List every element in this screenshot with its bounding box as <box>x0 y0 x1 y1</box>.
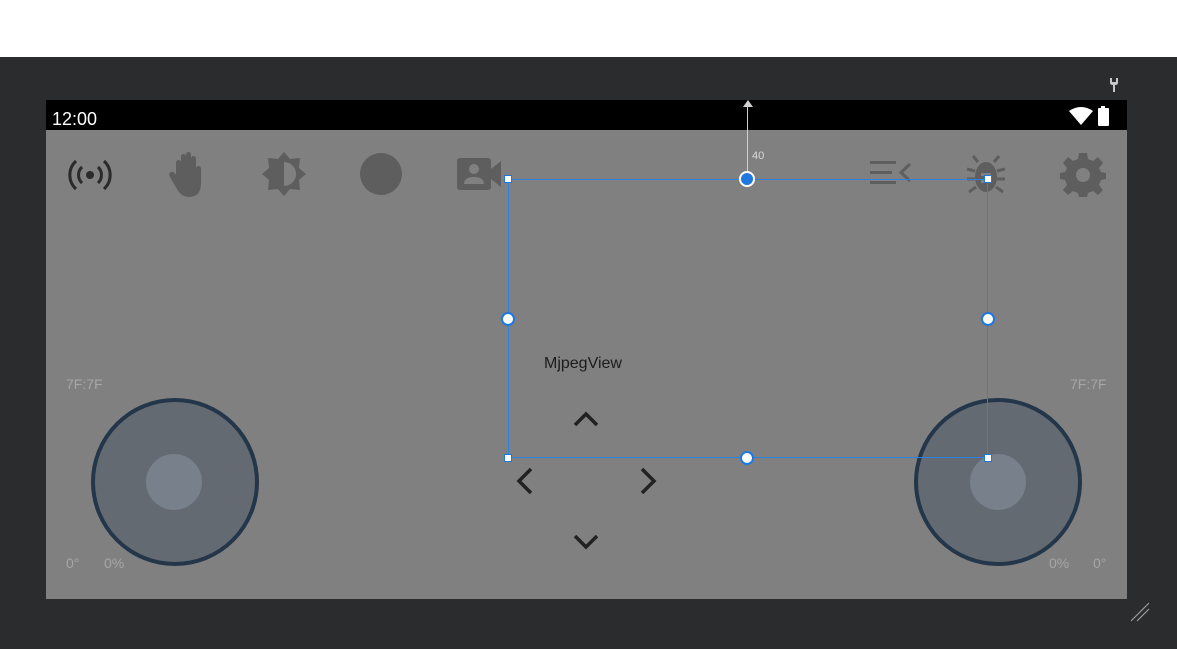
resize-grip-icon[interactable] <box>1129 601 1151 623</box>
top-margin-arrow <box>743 100 753 107</box>
constraint-handle-bottom[interactable] <box>740 451 754 465</box>
resize-handle-top-left[interactable] <box>504 175 512 183</box>
right-joystick-knob <box>970 454 1026 510</box>
battery-icon <box>1098 106 1109 126</box>
constraint-handle-left[interactable] <box>501 312 515 326</box>
top-margin-value: 40 <box>752 150 765 162</box>
resize-handle-top-right[interactable] <box>984 175 992 183</box>
resize-handle-bottom-right[interactable] <box>984 454 992 462</box>
chevron-left-icon[interactable] <box>511 466 541 496</box>
status-icons <box>1067 105 1119 127</box>
status-bar: 12:00 <box>46 100 1127 130</box>
left-joystick-knob <box>146 454 202 510</box>
status-time: 12:00 <box>52 109 98 129</box>
broadcast-icon[interactable] <box>65 150 115 200</box>
selection-box[interactable] <box>508 179 988 458</box>
device-preview: 12:00 7F:7F 0° 0% 7F:7F 0% 0° MjpegView … <box>46 100 1127 599</box>
record-icon[interactable] <box>356 149 406 199</box>
pin-icon[interactable] <box>1107 77 1121 93</box>
right-joystick-hex: 7F:7F <box>1070 376 1107 392</box>
settings-icon[interactable] <box>1058 149 1108 199</box>
hand-icon[interactable] <box>162 149 212 199</box>
wifi-icon <box>1069 107 1093 125</box>
chevron-down-icon[interactable] <box>571 526 601 556</box>
constraint-handle-right[interactable] <box>981 312 995 326</box>
left-joystick[interactable] <box>90 397 260 567</box>
left-joystick-hex: 7F:7F <box>66 376 103 392</box>
chevron-right-icon[interactable] <box>632 466 662 496</box>
left-joystick-angle: 0° <box>66 555 80 571</box>
video-contact-icon[interactable] <box>453 149 503 199</box>
right-joystick-angle: 0° <box>1093 555 1107 571</box>
constraint-handle-top[interactable] <box>739 171 755 187</box>
brightness-icon[interactable] <box>259 149 309 199</box>
top-margin-guide <box>747 105 748 179</box>
resize-handle-bottom-left[interactable] <box>504 454 512 462</box>
